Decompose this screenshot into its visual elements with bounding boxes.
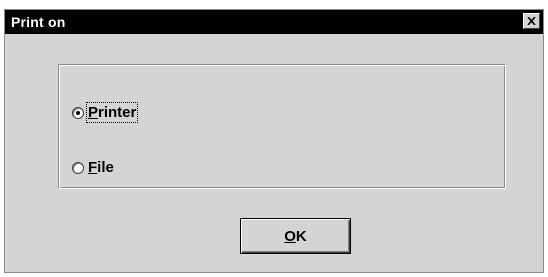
printer-radio-option[interactable]: Printer [72,102,139,123]
ok-button[interactable]: OK [240,218,351,254]
printer-accel: P [88,104,99,121]
close-button[interactable] [523,13,540,29]
radio-selected-dot [76,110,80,115]
file-label-rest: ile [97,159,114,176]
output-groupbox [58,64,506,189]
printer-label-rest: rinter [98,104,137,121]
ok-accel: O [284,227,296,245]
file-label: File [88,159,114,176]
file-accel: F [88,159,98,176]
printer-label: Printer [85,102,139,123]
file-radio-option[interactable]: File [72,159,114,176]
printer-radio-button[interactable] [72,106,84,119]
title-bar[interactable]: Print on [5,10,543,34]
close-icon [527,17,536,25]
file-radio-button[interactable] [72,161,84,174]
window-title: Print on [11,14,66,30]
ok-label-rest: K [295,227,307,245]
